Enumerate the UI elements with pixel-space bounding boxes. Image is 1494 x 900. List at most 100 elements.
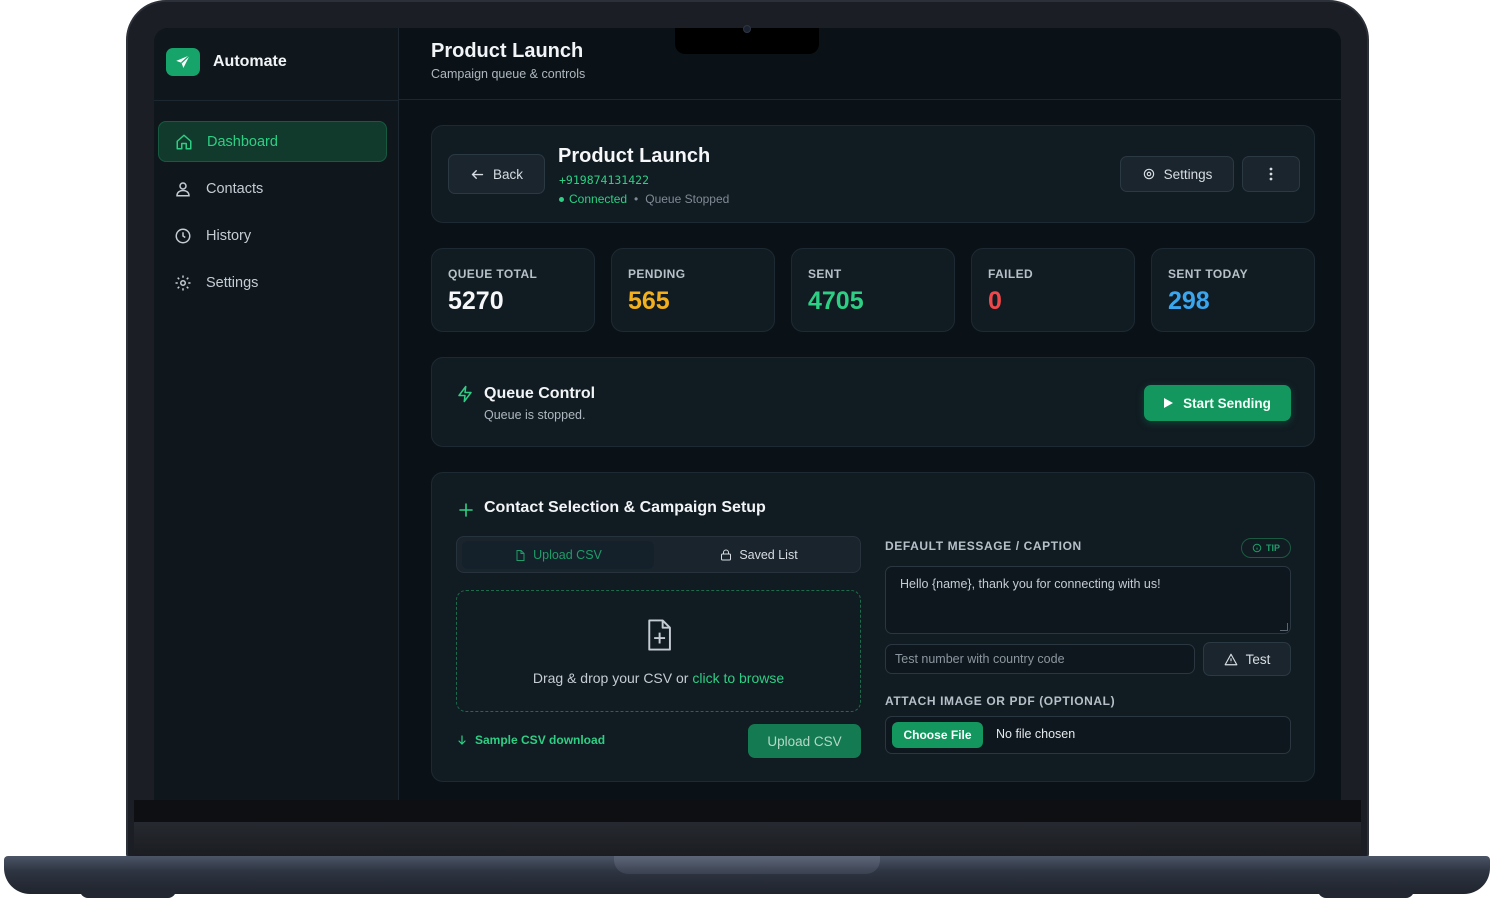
gear-icon [1143, 168, 1154, 180]
sidebar-item-history[interactable]: History [158, 215, 387, 256]
browse-link[interactable]: click to browse [692, 670, 784, 686]
status-dot-icon [559, 196, 564, 202]
campaign-title: Product Launch [558, 145, 711, 167]
stat-value: 0 [988, 287, 1002, 315]
csv-dropzone[interactable]: Drag & drop your CSV or click to browse [456, 590, 861, 712]
stat-label: PENDING [628, 267, 686, 281]
file-plus-icon [648, 619, 671, 651]
attach-label: ATTACH IMAGE OR PDF (OPTIONAL) [885, 694, 1116, 708]
laptop-hinge [134, 822, 1361, 858]
warning-icon [1224, 653, 1238, 665]
laptop-base-notch [614, 856, 880, 874]
page-subtitle: Campaign queue & controls [431, 67, 586, 81]
download-icon [458, 734, 466, 745]
stat-value: 298 [1168, 287, 1210, 315]
stat-card-sent: SENT 4705 [791, 248, 955, 332]
attachment-file-input[interactable]: Choose File No file chosen [885, 716, 1291, 754]
message-textarea[interactable]: Hello {name}, thank you for connecting w… [885, 566, 1291, 634]
play-icon [1164, 398, 1174, 408]
more-menu-button[interactable] [1242, 156, 1300, 192]
settings-button[interactable]: Settings [1120, 156, 1234, 192]
app-name: Automate [213, 53, 287, 70]
tab-upload-csv[interactable]: Upload CSV [462, 541, 654, 569]
file-status: No file chosen [996, 727, 1076, 741]
queue-status: Queue Stopped [645, 192, 730, 206]
laptop-bezel [134, 800, 1361, 822]
choose-file-button[interactable]: Choose File [892, 722, 983, 748]
test-button[interactable]: Test [1203, 642, 1291, 676]
campaign-phone: +919874131422 [559, 173, 650, 187]
stat-card-queue-total: QUEUE TOTAL 5270 [431, 248, 595, 332]
setup-title: Contact Selection & Campaign Setup [484, 499, 766, 516]
gear-icon [175, 275, 191, 290]
topbar: Product Launch Campaign queue & controls [399, 28, 1341, 100]
tip-badge[interactable]: TIP [1241, 538, 1291, 558]
stat-label: FAILED [988, 267, 1034, 281]
stat-value: 4705 [808, 287, 864, 315]
laptop-foot-left [80, 890, 176, 898]
sidebar: Automate Dashboard Contacts History Sett… [154, 28, 399, 800]
dropzone-instruction: Drag & drop your CSV or [532, 670, 693, 686]
sidebar-item-label: History [206, 227, 252, 244]
laptop-foot-right [1318, 890, 1414, 898]
sidebar-item-contacts[interactable]: Contacts [158, 168, 387, 209]
brand: Automate [166, 48, 287, 76]
queue-control-title: Queue Control [484, 385, 596, 402]
arrow-left-icon [471, 169, 484, 179]
info-icon [1252, 543, 1262, 553]
user-icon [176, 181, 190, 196]
status-separator: • [634, 192, 639, 206]
sample-csv-link[interactable]: Sample CSV download [456, 733, 605, 747]
resize-handle-icon[interactable] [1280, 623, 1288, 631]
contact-source-tabs: Upload CSV Saved List [456, 536, 861, 573]
stat-label: SENT TODAY [1168, 267, 1249, 281]
tip-label: TIP [1265, 543, 1280, 553]
stat-label: SENT [808, 267, 842, 281]
tab-saved-list[interactable]: Saved List [662, 541, 856, 569]
home-icon [176, 134, 192, 149]
stat-card-sent-today: SENT TODAY 298 [1151, 248, 1315, 332]
sidebar-item-label: Dashboard [207, 133, 278, 150]
tab-label: Saved List [739, 548, 798, 562]
start-sending-label: Start Sending [1183, 395, 1271, 411]
lock-icon [721, 549, 732, 561]
campaign-header-card: Back Product Launch +919874131422 Connec… [431, 125, 1315, 223]
screen: Automate Dashboard Contacts History Sett… [154, 28, 1341, 800]
dropzone-text: Drag & drop your CSV or click to browse [457, 670, 860, 686]
stat-card-pending: PENDING 565 [611, 248, 775, 332]
sidebar-item-label: Settings [206, 274, 259, 291]
queue-control-card: Queue Control Queue is stopped. Start Se… [431, 357, 1315, 447]
stat-value: 5270 [448, 287, 504, 315]
message-value: Hello {name}, thank you for connecting w… [900, 577, 1161, 591]
sidebar-item-label: Contacts [206, 180, 264, 197]
start-sending-button[interactable]: Start Sending [1144, 385, 1291, 421]
back-button[interactable]: Back [448, 154, 545, 194]
send-icon [166, 48, 200, 76]
connection-status: Connected [569, 192, 628, 206]
divider [154, 100, 399, 101]
lightning-icon [458, 385, 472, 403]
test-label: Test [1245, 651, 1271, 667]
campaign-setup-card: Contact Selection & Campaign Setup Uploa… [431, 472, 1315, 782]
sample-csv-label: Sample CSV download [475, 733, 606, 747]
stat-label: QUEUE TOTAL [448, 267, 538, 281]
stat-value: 565 [628, 287, 670, 315]
upload-csv-button[interactable]: Upload CSV [748, 724, 861, 758]
plus-icon [459, 503, 473, 517]
sidebar-item-dashboard[interactable]: Dashboard [158, 121, 387, 162]
test-number-input[interactable]: Test number with country code [885, 644, 1195, 674]
more-vertical-icon [1269, 167, 1273, 181]
campaign-status: Connected • Queue Stopped [559, 192, 729, 206]
stat-card-failed: FAILED 0 [971, 248, 1135, 332]
message-label: DEFAULT MESSAGE / CAPTION [885, 539, 1082, 553]
settings-label: Settings [1163, 166, 1213, 182]
file-icon [516, 549, 525, 561]
page-title: Product Launch [431, 40, 584, 62]
queue-control-status: Queue is stopped. [484, 408, 586, 422]
camera-icon [743, 25, 751, 33]
tab-label: Upload CSV [533, 548, 602, 562]
sidebar-item-settings[interactable]: Settings [158, 262, 387, 303]
back-label: Back [492, 166, 523, 182]
sidebar-nav: Dashboard Contacts History Settings [158, 121, 387, 309]
clock-icon [175, 228, 191, 243]
